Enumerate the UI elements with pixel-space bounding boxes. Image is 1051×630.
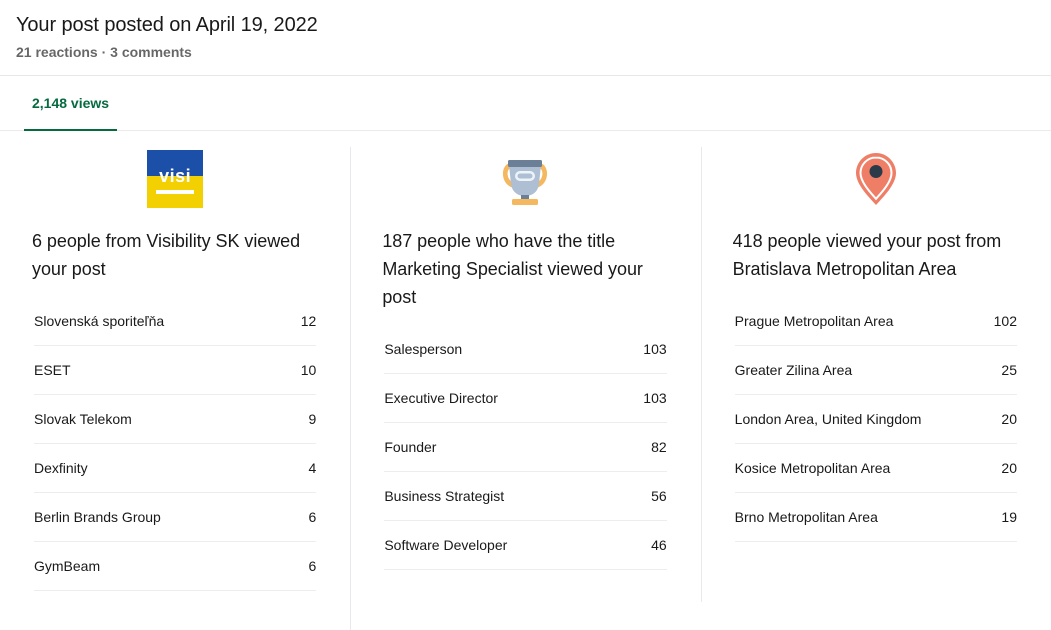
list-item[interactable]: Berlin Brands Group 6 xyxy=(34,493,317,542)
list-item-value: 46 xyxy=(651,537,667,553)
list-item-label: GymBeam xyxy=(34,558,101,574)
list-item-label: Slovak Telekom xyxy=(34,411,132,427)
list-item[interactable]: Dexfinity 4 xyxy=(34,444,317,493)
analytics-column-locations: 418 people viewed your post from Bratisl… xyxy=(700,147,1051,602)
list-item-value: 6 xyxy=(308,509,317,525)
list-item-label: Berlin Brands Group xyxy=(34,509,161,525)
company-logo-visibility-sk: visi xyxy=(24,147,326,211)
trophy-icon xyxy=(374,147,676,211)
list-item-label: Greater Zilina Area xyxy=(734,362,853,378)
list-item-label: Kosice Metropolitan Area xyxy=(734,460,891,476)
analytics-column-titles: 187 people who have the title Marketing … xyxy=(350,147,700,630)
list-item[interactable]: Kosice Metropolitan Area 20 xyxy=(734,444,1017,493)
list-item[interactable]: Brno Metropolitan Area 19 xyxy=(734,493,1017,542)
analytics-column-companies: visi 6 people from Visibility SK viewed … xyxy=(0,147,350,591)
list-item-label: Slovenská sporiteľňa xyxy=(34,313,165,329)
logo-wordmark: visi xyxy=(159,166,192,186)
list-item-value: 103 xyxy=(643,390,667,406)
column-heading-titles: 187 people who have the title Marketing … xyxy=(382,231,643,307)
list-item[interactable]: Prague Metropolitan Area 102 xyxy=(734,297,1017,346)
analytics-tabbar: 2,148 views xyxy=(0,76,1051,131)
list-item-label: Salesperson xyxy=(384,341,463,357)
list-item-value: 20 xyxy=(1001,460,1017,476)
list-item[interactable]: Salesperson 103 xyxy=(384,325,667,374)
post-engagement-summary: 21 reactions · 3 comments xyxy=(16,44,192,60)
list-item-value: 56 xyxy=(651,488,667,504)
list-item[interactable]: Slovenská sporiteľňa 12 xyxy=(34,297,317,346)
column-heading-companies: 6 people from Visibility SK viewed your … xyxy=(32,231,301,279)
list-item-value: 20 xyxy=(1001,411,1017,427)
title-list: Salesperson 103 Executive Director 103 F… xyxy=(374,325,676,570)
list-item-label: Executive Director xyxy=(384,390,498,406)
list-item[interactable]: Greater Zilina Area 25 xyxy=(734,346,1017,395)
list-item-value: 4 xyxy=(308,460,317,476)
list-item[interactable]: Founder 82 xyxy=(384,423,667,472)
list-item-value: 9 xyxy=(308,411,317,427)
map-pin-icon xyxy=(725,147,1027,211)
list-item-label: London Area, United Kingdom xyxy=(734,411,922,427)
list-item-label: Business Strategist xyxy=(384,488,505,504)
logo-underline-bar xyxy=(156,190,195,194)
list-item-label: Software Developer xyxy=(384,537,508,553)
column-heading-locations: 418 people viewed your post from Bratisl… xyxy=(732,231,1002,279)
company-list: Slovenská sporiteľňa 12 ESET 10 Slovak T… xyxy=(24,297,326,591)
list-item[interactable]: Business Strategist 56 xyxy=(384,472,667,521)
list-item-label: Brno Metropolitan Area xyxy=(734,509,878,525)
list-item-label: Dexfinity xyxy=(34,460,88,476)
location-list: Prague Metropolitan Area 102 Greater Zil… xyxy=(725,297,1027,542)
list-item[interactable]: Slovak Telekom 9 xyxy=(34,395,317,444)
page-title: Your post posted on April 19, 2022 xyxy=(16,14,318,36)
list-item-value: 25 xyxy=(1001,362,1017,378)
tab-views[interactable]: 2,148 views xyxy=(24,76,118,131)
list-item-value: 102 xyxy=(993,313,1017,329)
list-item-value: 12 xyxy=(300,313,317,329)
list-item[interactable]: ESET 10 xyxy=(34,346,317,395)
list-item[interactable]: Executive Director 103 xyxy=(384,374,667,423)
list-item-label: Prague Metropolitan Area xyxy=(734,313,894,329)
list-item-value: 82 xyxy=(651,439,667,455)
analytics-columns: visi 6 people from Visibility SK viewed … xyxy=(0,131,1051,630)
list-item-label: Founder xyxy=(384,439,437,455)
list-item-label: ESET xyxy=(34,362,71,378)
list-item[interactable]: Software Developer 46 xyxy=(384,521,667,570)
list-item[interactable]: GymBeam 6 xyxy=(34,542,317,591)
post-header: Your post posted on April 19, 2022 21 re… xyxy=(0,0,1051,76)
list-item-value: 6 xyxy=(308,558,317,574)
list-item[interactable]: London Area, United Kingdom 20 xyxy=(734,395,1017,444)
list-item-value: 103 xyxy=(643,341,667,357)
list-item-value: 10 xyxy=(300,362,317,378)
list-item-value: 19 xyxy=(1001,509,1017,525)
